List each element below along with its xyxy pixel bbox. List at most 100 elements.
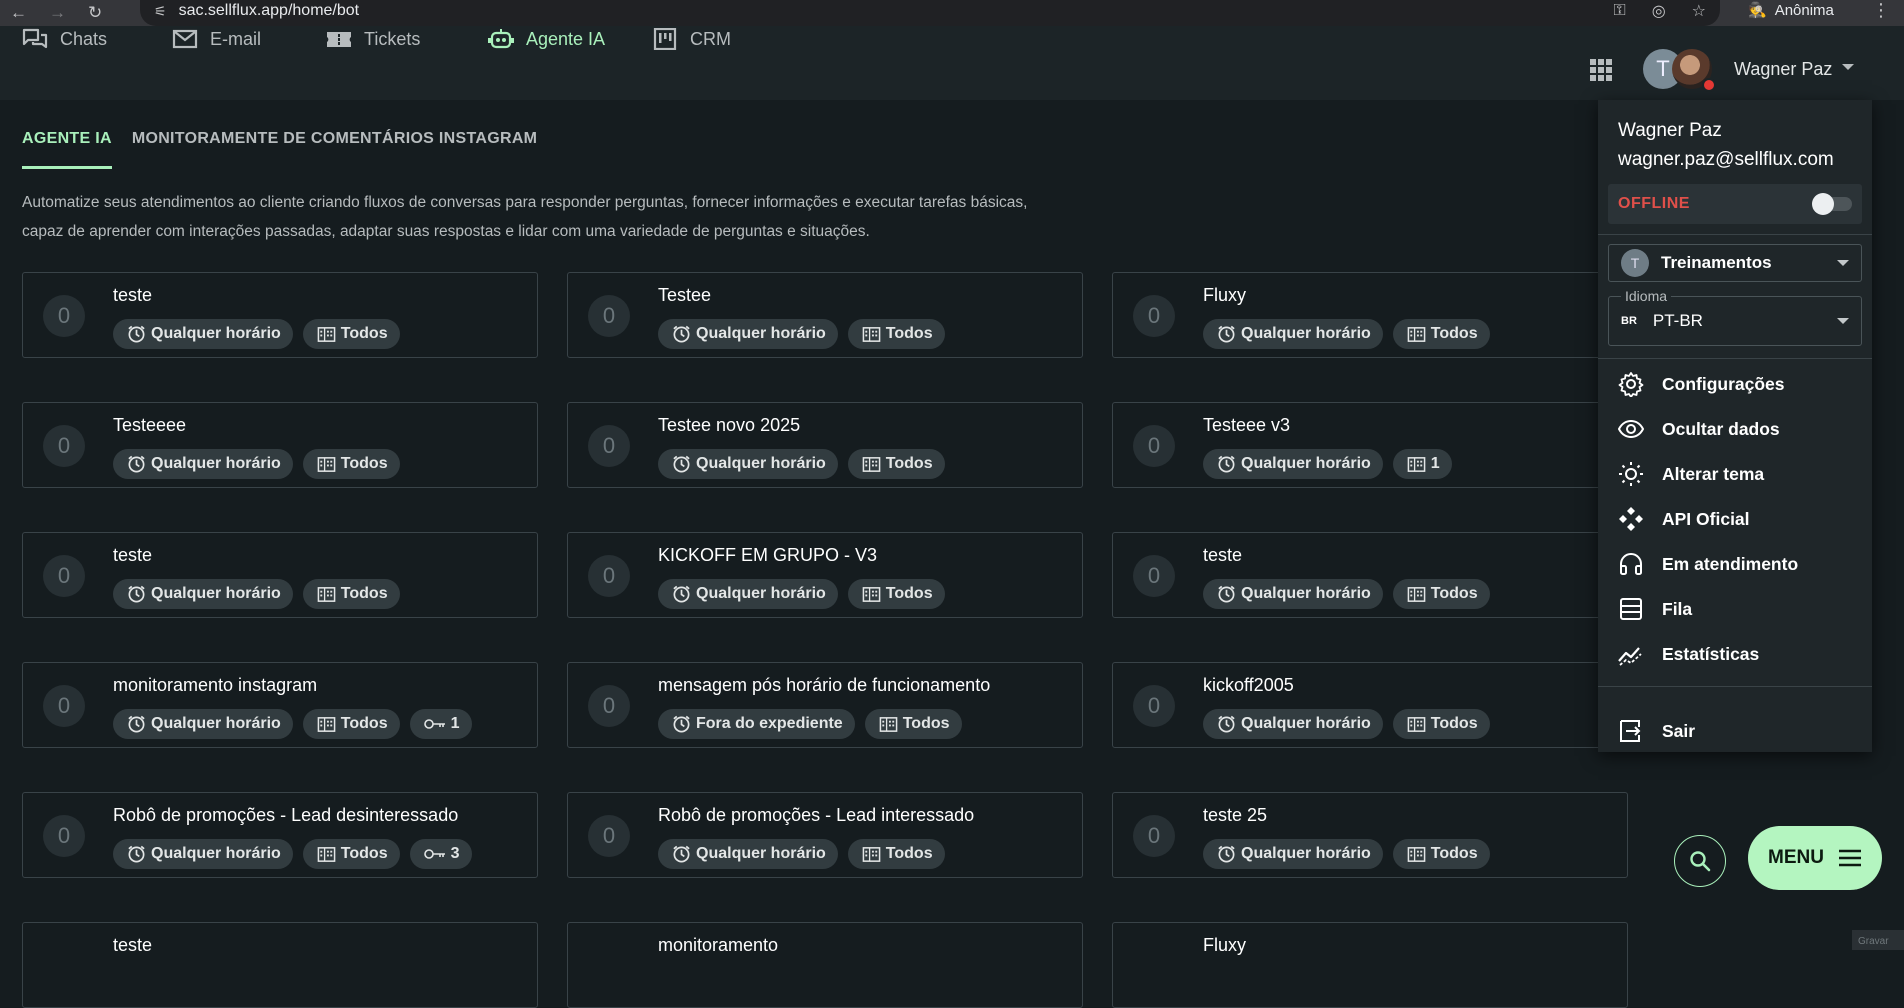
building-icon bbox=[879, 716, 898, 732]
building-icon bbox=[317, 326, 336, 342]
search-button[interactable] bbox=[1674, 835, 1726, 887]
ticket-icon bbox=[326, 28, 352, 50]
nav-crm[interactable]: CRM bbox=[652, 28, 731, 50]
search-icon bbox=[1690, 851, 1711, 872]
agent-name: Robô de promoções - Lead desinteressado bbox=[113, 805, 459, 825]
nav-chats[interactable]: Chats bbox=[22, 28, 107, 50]
menu-ocultar-dados[interactable]: Ocultar dados bbox=[1618, 416, 1780, 442]
schedule-chip: Qualquer horário bbox=[113, 449, 293, 479]
apps-grid-icon[interactable] bbox=[1590, 59, 1612, 81]
language-legend: Idioma bbox=[1621, 288, 1672, 304]
building-icon bbox=[862, 326, 881, 342]
scope-chip: Todos bbox=[1392, 839, 1490, 869]
status-toggle-row[interactable]: OFFLINE bbox=[1608, 184, 1862, 224]
team-avatar: T bbox=[1621, 249, 1649, 277]
scope-chip: Todos bbox=[864, 709, 962, 739]
kanban-icon bbox=[652, 28, 678, 50]
chart-icon bbox=[1618, 647, 1642, 666]
site-info-icon[interactable]: ⚟ bbox=[154, 3, 167, 20]
agent-card[interactable]: 0 monitoramento instagram Qualquer horário… bbox=[22, 662, 538, 748]
menu-alterar-tema[interactable]: Alterar tema bbox=[1618, 461, 1764, 487]
agent-count: 0 bbox=[588, 815, 630, 857]
agent-card[interactable]: 0 Testee Qualquer horário Todos bbox=[567, 272, 1083, 358]
sun-icon bbox=[1619, 462, 1643, 486]
chevron-down-icon[interactable] bbox=[1842, 64, 1854, 70]
agent-card[interactable]: 0 teste Qualquer horário Todos bbox=[22, 532, 538, 618]
agent-card[interactable]: monitoramento bbox=[567, 922, 1083, 1008]
menu-estatisticas[interactable]: Estatísticas bbox=[1618, 641, 1759, 667]
keywords-chip: 3 bbox=[409, 839, 472, 869]
schedule-chip: Qualquer horário bbox=[113, 839, 293, 869]
hamburger-icon bbox=[1838, 849, 1861, 867]
recorder-label[interactable]: Gravar bbox=[1852, 930, 1904, 950]
key-icon bbox=[423, 849, 445, 859]
clock-icon bbox=[673, 325, 690, 342]
chat-icon bbox=[22, 28, 48, 50]
nav-tickets[interactable]: Tickets bbox=[326, 28, 420, 50]
agent-chips: Qualquer horário Todos bbox=[113, 319, 400, 349]
eye-slash-icon[interactable]: ◎ bbox=[1652, 1, 1666, 21]
incognito-indicator[interactable]: 🕵 Anônima bbox=[1748, 1, 1834, 20]
browser-toolbar: ← → ↻ ⚟ sac.sellflux.app/home/bot ⚿ ◎ ☆ … bbox=[0, 0, 1904, 26]
scope-chip: Todos bbox=[847, 449, 945, 479]
agent-card[interactable]: 0 Testee novo 2025 Qualquer horário Todos bbox=[567, 402, 1083, 488]
agent-name: KICKOFF EM GRUPO - V3 bbox=[658, 545, 878, 565]
agent-card[interactable]: 0 KICKOFF EM GRUPO - V3 Qualquer horário To… bbox=[567, 532, 1083, 618]
schedule-chip: Qualquer horário bbox=[1203, 579, 1383, 609]
agent-chips: Qualquer horário Todos bbox=[658, 839, 945, 869]
online-toggle[interactable] bbox=[1812, 193, 1852, 215]
agent-count: 0 bbox=[43, 295, 85, 337]
incognito-icon: 🕵 bbox=[1748, 2, 1767, 19]
language-select[interactable]: Idioma BR PT-BR bbox=[1608, 288, 1862, 346]
team-select[interactable]: T Treinamentos bbox=[1608, 244, 1862, 282]
menu-sair[interactable]: Sair bbox=[1618, 718, 1695, 744]
agent-count: 0 bbox=[43, 815, 85, 857]
agent-card[interactable]: 0 teste 25 Qualquer horário Todos bbox=[1112, 792, 1628, 878]
menu-api-oficial[interactable]: API Oficial bbox=[1618, 506, 1750, 532]
agent-chips: Qualquer horário Todos 1 bbox=[113, 709, 472, 739]
scope-chip: 1 bbox=[1392, 449, 1452, 479]
browser-menu-icon[interactable]: ⋮ bbox=[1872, 0, 1890, 21]
menu-em-atendimento[interactable]: Em atendimento bbox=[1618, 551, 1798, 577]
agent-card[interactable]: 0 Fluxy Qualquer horário Todos bbox=[1112, 272, 1628, 358]
reload-icon[interactable]: ↻ bbox=[88, 3, 102, 23]
menu-fila[interactable]: Fila bbox=[1618, 596, 1692, 622]
agent-card[interactable]: Fluxy bbox=[1112, 922, 1628, 1008]
agent-card[interactable]: 0 teste Qualquer horário Todos bbox=[1112, 532, 1628, 618]
clock-icon bbox=[673, 455, 690, 472]
agent-name: monitoramento bbox=[658, 935, 779, 955]
clock-icon bbox=[673, 585, 690, 602]
agent-name: Testeeee bbox=[113, 415, 187, 435]
agent-card[interactable]: 0 Robô de promoções - Lead desinteressado… bbox=[22, 792, 538, 878]
tab-monitoramento-instagram[interactable]: MONITORAMENTE DE COMENTÁRIOS INSTAGRAM bbox=[132, 130, 537, 169]
menu-configuracoes[interactable]: Configurações bbox=[1618, 371, 1785, 397]
user-name[interactable]: Wagner Paz bbox=[1734, 59, 1832, 80]
back-icon[interactable]: ← bbox=[10, 3, 27, 23]
tab-agente-ia[interactable]: AGENTE IA bbox=[22, 130, 112, 169]
schedule-chip: Qualquer horário bbox=[658, 839, 838, 869]
url-text[interactable]: sac.sellflux.app/home/bot bbox=[179, 2, 360, 20]
forward-icon[interactable]: → bbox=[49, 3, 66, 23]
agent-name: teste bbox=[113, 285, 153, 305]
schedule-chip: Qualquer horário bbox=[113, 319, 293, 349]
agent-card[interactable]: 0 kickoff2005 Qualquer horário Todos bbox=[1112, 662, 1628, 748]
clock-icon bbox=[1218, 715, 1235, 732]
agent-card[interactable]: 0 teste Qualquer horário Todos bbox=[22, 272, 538, 358]
key-icon[interactable]: ⚿ bbox=[1614, 2, 1626, 20]
agent-card[interactable]: 0 Robô de promoções - Lead interessado Qua… bbox=[567, 792, 1083, 878]
menu-button[interactable]: MENU bbox=[1748, 826, 1882, 890]
address-bar[interactable]: ⚟ sac.sellflux.app/home/bot ⚿ ◎ ☆ bbox=[140, 0, 1720, 26]
agent-card[interactable]: 0 mensagem pós horário de funcionamento Fo… bbox=[567, 662, 1083, 748]
nav-agente-ia[interactable]: Agente IA bbox=[488, 28, 605, 50]
chevron-down-icon bbox=[1837, 318, 1849, 324]
agent-card[interactable]: 0 Testeee v3 Qualquer horário 1 bbox=[1112, 402, 1628, 488]
schedule-chip: Fora do expediente bbox=[658, 709, 855, 739]
agent-chips: Qualquer horário Todos bbox=[658, 319, 945, 349]
star-icon[interactable]: ☆ bbox=[1692, 1, 1706, 21]
nav-email[interactable]: E-mail bbox=[172, 28, 261, 50]
agent-card[interactable]: teste bbox=[22, 922, 538, 1008]
agent-card[interactable]: 0 Testeeee Qualquer horário Todos bbox=[22, 402, 538, 488]
user-dropdown-menu: Wagner Paz wagner.paz@sellflux.com OFFLI… bbox=[1598, 100, 1872, 752]
agent-name: Fluxy bbox=[1203, 935, 1247, 955]
clock-icon bbox=[1218, 325, 1235, 342]
